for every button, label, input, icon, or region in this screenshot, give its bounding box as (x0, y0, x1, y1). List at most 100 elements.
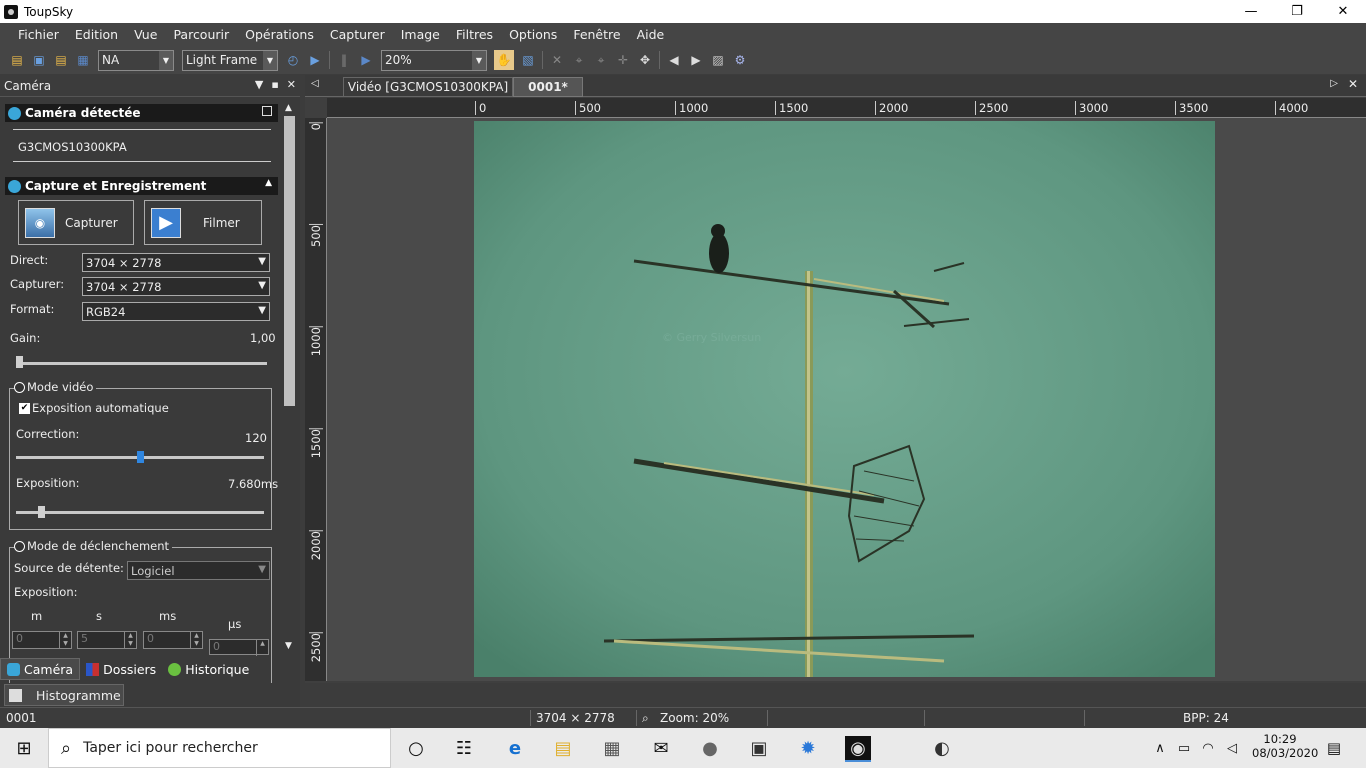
menu-aide[interactable]: Aide (629, 27, 673, 42)
correction-slider-thumb[interactable] (137, 451, 144, 463)
tabs-scroll-left-icon[interactable]: ◁ (311, 78, 319, 89)
panel-menu-icon[interactable]: ▼ (255, 78, 263, 91)
pin-icon[interactable]: ▪ (271, 78, 278, 91)
record-icon[interactable]: ▶ (358, 52, 374, 68)
tab-histogram[interactable]: Histogramme (4, 684, 124, 706)
spin-arrows-icon[interactable]: ▲ ▼ (190, 632, 202, 648)
close-tab-icon[interactable]: ✕ (1348, 77, 1358, 91)
menu-capturer[interactable]: Capturer (322, 27, 393, 42)
scrollbar-thumb[interactable] (284, 116, 295, 406)
video-mode-radio[interactable]: Mode vidéo (14, 380, 97, 394)
microseconds-spinbox[interactable]: 0 ▲ (209, 639, 269, 656)
scroll-down-icon[interactable]: ▼ (285, 641, 292, 651)
tab-folders[interactable]: Dossiers (80, 658, 162, 680)
chevron-up-icon[interactable]: ▲ (265, 178, 272, 188)
seconds-spinbox[interactable]: 5 ▲ ▼ (77, 631, 137, 649)
timer-icon[interactable]: ◴ (285, 52, 301, 68)
photos-app-icon[interactable]: ◐ (930, 736, 954, 760)
milliseconds-spinbox[interactable]: 0 ▲ ▼ (143, 631, 203, 649)
capture-resolution-select[interactable]: 3704 × 2778 ▼ (82, 277, 270, 296)
camera-name[interactable]: G3CMOS10300KPA (18, 140, 127, 154)
wifi-icon[interactable]: ◠ (1196, 736, 1220, 760)
toupsky-taskbar-icon[interactable]: ◉ (845, 736, 871, 762)
scroll-up-icon[interactable]: ▲ (285, 103, 292, 113)
play-icon[interactable]: ▶ (307, 52, 323, 68)
tabs-scroll-right-icon[interactable]: ▷ (1330, 78, 1338, 89)
cortana-icon[interactable]: ○ (404, 736, 428, 760)
tab-camera[interactable]: Caméra (0, 658, 81, 680)
crosshair-icon[interactable]: ⌖ (571, 52, 587, 68)
spin-arrows-icon[interactable]: ▲ (256, 640, 268, 656)
menu-options[interactable]: Options (501, 27, 565, 42)
zoom-select[interactable]: 20% ▼ (381, 49, 487, 71)
windows-start-icon[interactable]: ⊞ (12, 736, 36, 760)
panel-close-icon[interactable]: ✕ (287, 78, 296, 91)
trigger-source-select[interactable]: Logiciel ▼ (127, 561, 270, 580)
format-select[interactable]: RGB24 ▼ (82, 302, 270, 321)
tab-image-0001[interactable]: 0001* (513, 77, 583, 97)
clock[interactable]: 10:29 08/03/2020 (1252, 732, 1318, 760)
tray-chevron-icon[interactable]: ∧ (1148, 736, 1172, 760)
settings-gear-icon[interactable]: ⚙ (732, 52, 748, 68)
planet-app-icon[interactable]: ● (698, 736, 722, 760)
close-button[interactable]: ✕ (1320, 0, 1366, 23)
spin-arrows-icon[interactable]: ▲ ▼ (59, 632, 71, 648)
camera-detected-header[interactable]: Caméra détectée (5, 104, 278, 122)
auto-exposure-checkbox[interactable]: ✔ Exposition automatique (19, 401, 169, 415)
tab-history[interactable]: Historique (162, 658, 255, 680)
spin-arrows-icon[interactable]: ▲ ▼ (124, 632, 136, 648)
file-explorer-icon[interactable]: ▤ (551, 736, 575, 760)
trigger-mode-radio[interactable]: Mode de déclenchement (14, 539, 173, 553)
layers-icon[interactable]: ▨ (710, 52, 726, 68)
menu-fenetre[interactable]: Fenêtre (565, 27, 628, 42)
direct-resolution-select[interactable]: 3704 × 2778 ▼ (82, 253, 270, 272)
volume-icon[interactable]: ◁ (1220, 736, 1244, 760)
task-view-icon[interactable]: ☷ (452, 736, 476, 760)
record-button[interactable]: ▶ Filmer (144, 200, 262, 245)
menu-parcourir[interactable]: Parcourir (165, 27, 237, 42)
back-icon[interactable]: ◀ (666, 52, 682, 68)
menu-image[interactable]: Image (393, 27, 448, 42)
comet-app-icon[interactable]: ▣ (747, 736, 771, 760)
capture-button[interactable]: ◉ Capturer (18, 200, 134, 245)
browse-folder-icon[interactable]: ▤ (53, 52, 69, 68)
minimize-button[interactable]: — (1228, 0, 1274, 23)
menu-edition[interactable]: Edition (67, 27, 126, 42)
capture-section-header[interactable]: Capture et Enregistrement ▲ (5, 177, 278, 195)
star-app-icon[interactable]: ✹ (796, 736, 820, 760)
move-cross-icon[interactable]: ✛ (615, 52, 631, 68)
minutes-spinbox[interactable]: 0 ▲ ▼ (12, 631, 72, 649)
edge-icon[interactable]: e (503, 736, 527, 760)
fit-image-icon[interactable]: ▧ (520, 52, 536, 68)
captured-image[interactable]: © Gerry Silversun (474, 121, 1215, 677)
target-icon[interactable]: ⌖ (593, 52, 609, 68)
menu-operations[interactable]: Opérations (237, 27, 322, 42)
battery-icon[interactable]: ▭ (1172, 736, 1196, 760)
gain-slider-thumb[interactable] (16, 356, 23, 368)
cross-icon[interactable]: ✕ (549, 52, 565, 68)
forward-icon[interactable]: ▶ (688, 52, 704, 68)
menu-filtres[interactable]: Filtres (448, 27, 501, 42)
notifications-icon[interactable]: ▤ (1322, 736, 1346, 760)
tab-video[interactable]: Vidéo [G3CMOS10300KPA] (343, 77, 513, 97)
mail-icon[interactable]: ✉ (649, 736, 673, 760)
restore-button[interactable]: ❐ (1274, 0, 1320, 23)
menu-fichier[interactable]: Fichier (10, 27, 67, 42)
collapse-icon[interactable] (262, 106, 272, 116)
menu-vue[interactable]: Vue (126, 27, 165, 42)
panel-scrollbar[interactable]: ▲ ▼ (283, 102, 296, 652)
image-canvas[interactable]: © Gerry Silversun (327, 118, 1366, 681)
store-icon[interactable]: ▦ (600, 736, 624, 760)
move-icon[interactable]: ✥ (637, 52, 653, 68)
exposure-slider-thumb[interactable] (38, 506, 45, 518)
camera-select[interactable]: NA ▼ (98, 49, 174, 71)
hand-icon[interactable]: ✋ (494, 50, 514, 70)
pause-icon[interactable]: ‖ (336, 52, 352, 68)
frame-type-select[interactable]: Light Frame ▼ (182, 49, 278, 71)
taskbar-search-box[interactable]: ⌕ Taper ici pour rechercher (48, 728, 391, 768)
gain-slider-track[interactable] (16, 362, 267, 365)
export-icon[interactable]: ▦ (75, 52, 91, 68)
exposure-slider-track[interactable] (16, 511, 264, 514)
open-folder-icon[interactable]: ▤ (9, 52, 25, 68)
save-icon[interactable]: ▣ (31, 52, 47, 68)
